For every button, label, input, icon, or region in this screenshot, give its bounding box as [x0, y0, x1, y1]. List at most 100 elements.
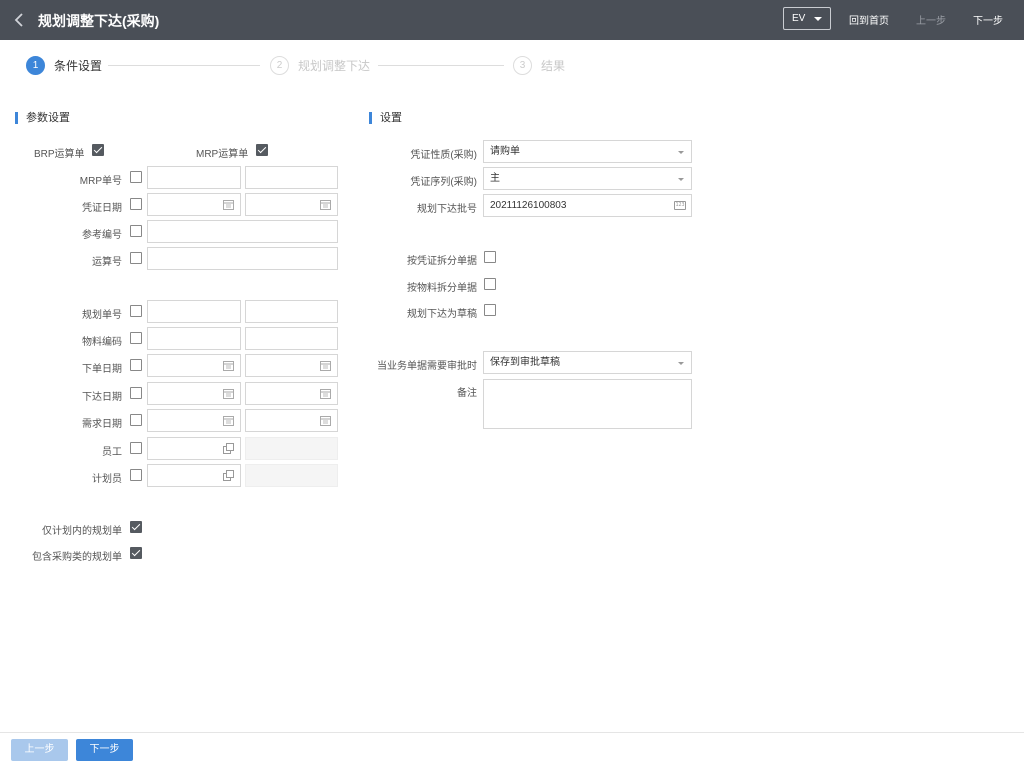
- release-date-label: 下达日期: [82, 392, 122, 403]
- page-title: 规划调整下达(采购): [38, 13, 160, 29]
- calc-no-input[interactable]: [147, 247, 338, 270]
- footer-bar: [0, 732, 1024, 768]
- release-as-draft-checkbox[interactable]: [484, 304, 496, 316]
- step-connector: [378, 65, 504, 66]
- release-date-to-input[interactable]: [245, 382, 338, 405]
- plan-no-from-input[interactable]: [147, 300, 241, 323]
- calc-no-label: 运算号: [92, 257, 122, 268]
- material-code-label: 物料编码: [82, 337, 122, 348]
- step-1-label: 条件设置: [54, 59, 103, 73]
- demand-date-checkbox[interactable]: [130, 414, 142, 426]
- mrp-no-label: MRP单号: [79, 176, 122, 187]
- release-date-checkbox[interactable]: [130, 387, 142, 399]
- voucher-nature-select[interactable]: 请购单: [483, 140, 692, 163]
- voucher-nature-label: 凭证性质(采购): [410, 150, 477, 161]
- calendar-icon[interactable]: [223, 360, 234, 371]
- voucher-date-to-input[interactable]: [245, 193, 338, 216]
- mrp-no-from-input[interactable]: [147, 166, 241, 189]
- top-next-button[interactable]: 下一步: [973, 12, 1003, 27]
- step-2-label: 规划调整下达: [298, 59, 371, 73]
- voucher-date-from-input[interactable]: [147, 193, 241, 216]
- employee-checkbox[interactable]: [130, 442, 142, 454]
- calendar-icon[interactable]: [223, 199, 234, 210]
- order-date-checkbox[interactable]: [130, 359, 142, 371]
- footer-prev-button[interactable]: 上一步: [11, 739, 68, 761]
- voucher-date-checkbox[interactable]: [130, 198, 142, 210]
- lookup-icon[interactable]: [223, 470, 234, 481]
- order-date-label: 下单日期: [82, 364, 122, 375]
- planner-label: 计划员: [92, 474, 122, 485]
- calendar-icon[interactable]: [320, 415, 331, 426]
- footer-next-button[interactable]: 下一步: [76, 739, 133, 761]
- batch-no-input[interactable]: 20211126100803 123: [483, 194, 692, 217]
- split-by-material-label: 按物料拆分单据: [407, 283, 477, 294]
- home-button[interactable]: 回到首页: [849, 12, 889, 27]
- release-as-draft-label: 规划下达为草稿: [407, 309, 477, 320]
- voucher-date-label: 凭证日期: [82, 203, 122, 214]
- step-1-number: 1: [26, 56, 45, 75]
- employee-name-display: [245, 437, 338, 460]
- calendar-icon[interactable]: [223, 388, 234, 399]
- brp-checkbox[interactable]: [92, 144, 104, 156]
- calendar-icon[interactable]: [320, 199, 331, 210]
- release-date-from-input[interactable]: [147, 382, 241, 405]
- back-arrow-icon[interactable]: [10, 10, 30, 30]
- top-prev-button[interactable]: 上一步: [916, 12, 946, 27]
- brp-label: BRP运算单: [34, 149, 85, 160]
- include-purchase-label: 包含采购类的规划单: [32, 552, 122, 563]
- mrp-no-checkbox[interactable]: [130, 171, 142, 183]
- approval-label: 当业务单据需要审批时: [377, 361, 477, 372]
- batch-no-label: 规划下达批号: [417, 204, 477, 215]
- employee-label: 员工: [102, 447, 122, 458]
- planner-checkbox[interactable]: [130, 469, 142, 481]
- employee-input[interactable]: [147, 437, 241, 460]
- demand-date-from-input[interactable]: [147, 409, 241, 432]
- ref-no-checkbox[interactable]: [130, 225, 142, 237]
- planner-input[interactable]: [147, 464, 241, 487]
- voucher-nature-value: 请购单: [490, 146, 520, 157]
- settings-section-title: 设置: [369, 112, 402, 124]
- approval-select[interactable]: 保存到审批草稿: [483, 351, 692, 374]
- demand-date-to-input[interactable]: [245, 409, 338, 432]
- material-code-from-input[interactable]: [147, 327, 241, 350]
- calendar-icon[interactable]: [320, 388, 331, 399]
- chevron-down-icon: [678, 362, 684, 365]
- calendar-icon[interactable]: [320, 360, 331, 371]
- plan-no-label: 规划单号: [82, 310, 122, 321]
- order-date-to-input[interactable]: [245, 354, 338, 377]
- only-in-plan-label: 仅计划内的规划单: [42, 526, 122, 537]
- approval-value: 保存到审批草稿: [490, 357, 560, 368]
- material-code-to-input[interactable]: [245, 327, 338, 350]
- demand-date-label: 需求日期: [82, 419, 122, 430]
- step-connector: [108, 65, 260, 66]
- calc-no-checkbox[interactable]: [130, 252, 142, 264]
- mrp-no-to-input[interactable]: [245, 166, 338, 189]
- chevron-down-icon: [678, 151, 684, 154]
- only-in-plan-checkbox[interactable]: [130, 521, 142, 533]
- calendar-icon[interactable]: [223, 415, 234, 426]
- voucher-seq-select[interactable]: 主: [483, 167, 692, 190]
- split-by-material-checkbox[interactable]: [484, 278, 496, 290]
- split-by-voucher-label: 按凭证拆分单据: [407, 256, 477, 267]
- step-2-number: 2: [270, 56, 289, 75]
- numbering-icon[interactable]: 123: [674, 201, 686, 210]
- plan-no-to-input[interactable]: [245, 300, 338, 323]
- step-3-label: 结果: [541, 59, 566, 73]
- ref-no-input[interactable]: [147, 220, 338, 243]
- order-date-from-input[interactable]: [147, 354, 241, 377]
- ev-dropdown[interactable]: EV: [783, 7, 831, 30]
- material-code-checkbox[interactable]: [130, 332, 142, 344]
- mrp-checkbox[interactable]: [256, 144, 268, 156]
- voucher-seq-label: 凭证序列(采购): [410, 177, 477, 188]
- include-purchase-checkbox[interactable]: [130, 547, 142, 559]
- planner-name-display: [245, 464, 338, 487]
- chevron-down-icon: [814, 17, 822, 21]
- params-section-title: 参数设置: [15, 112, 70, 124]
- ref-no-label: 参考编号: [82, 230, 122, 241]
- top-bar: 规划调整下达(采购) EV 回到首页 上一步 下一步: [0, 0, 1024, 40]
- batch-no-value: 20211126100803: [490, 200, 567, 211]
- remark-textarea[interactable]: [483, 379, 692, 429]
- plan-no-checkbox[interactable]: [130, 305, 142, 317]
- lookup-icon[interactable]: [223, 443, 234, 454]
- split-by-voucher-checkbox[interactable]: [484, 251, 496, 263]
